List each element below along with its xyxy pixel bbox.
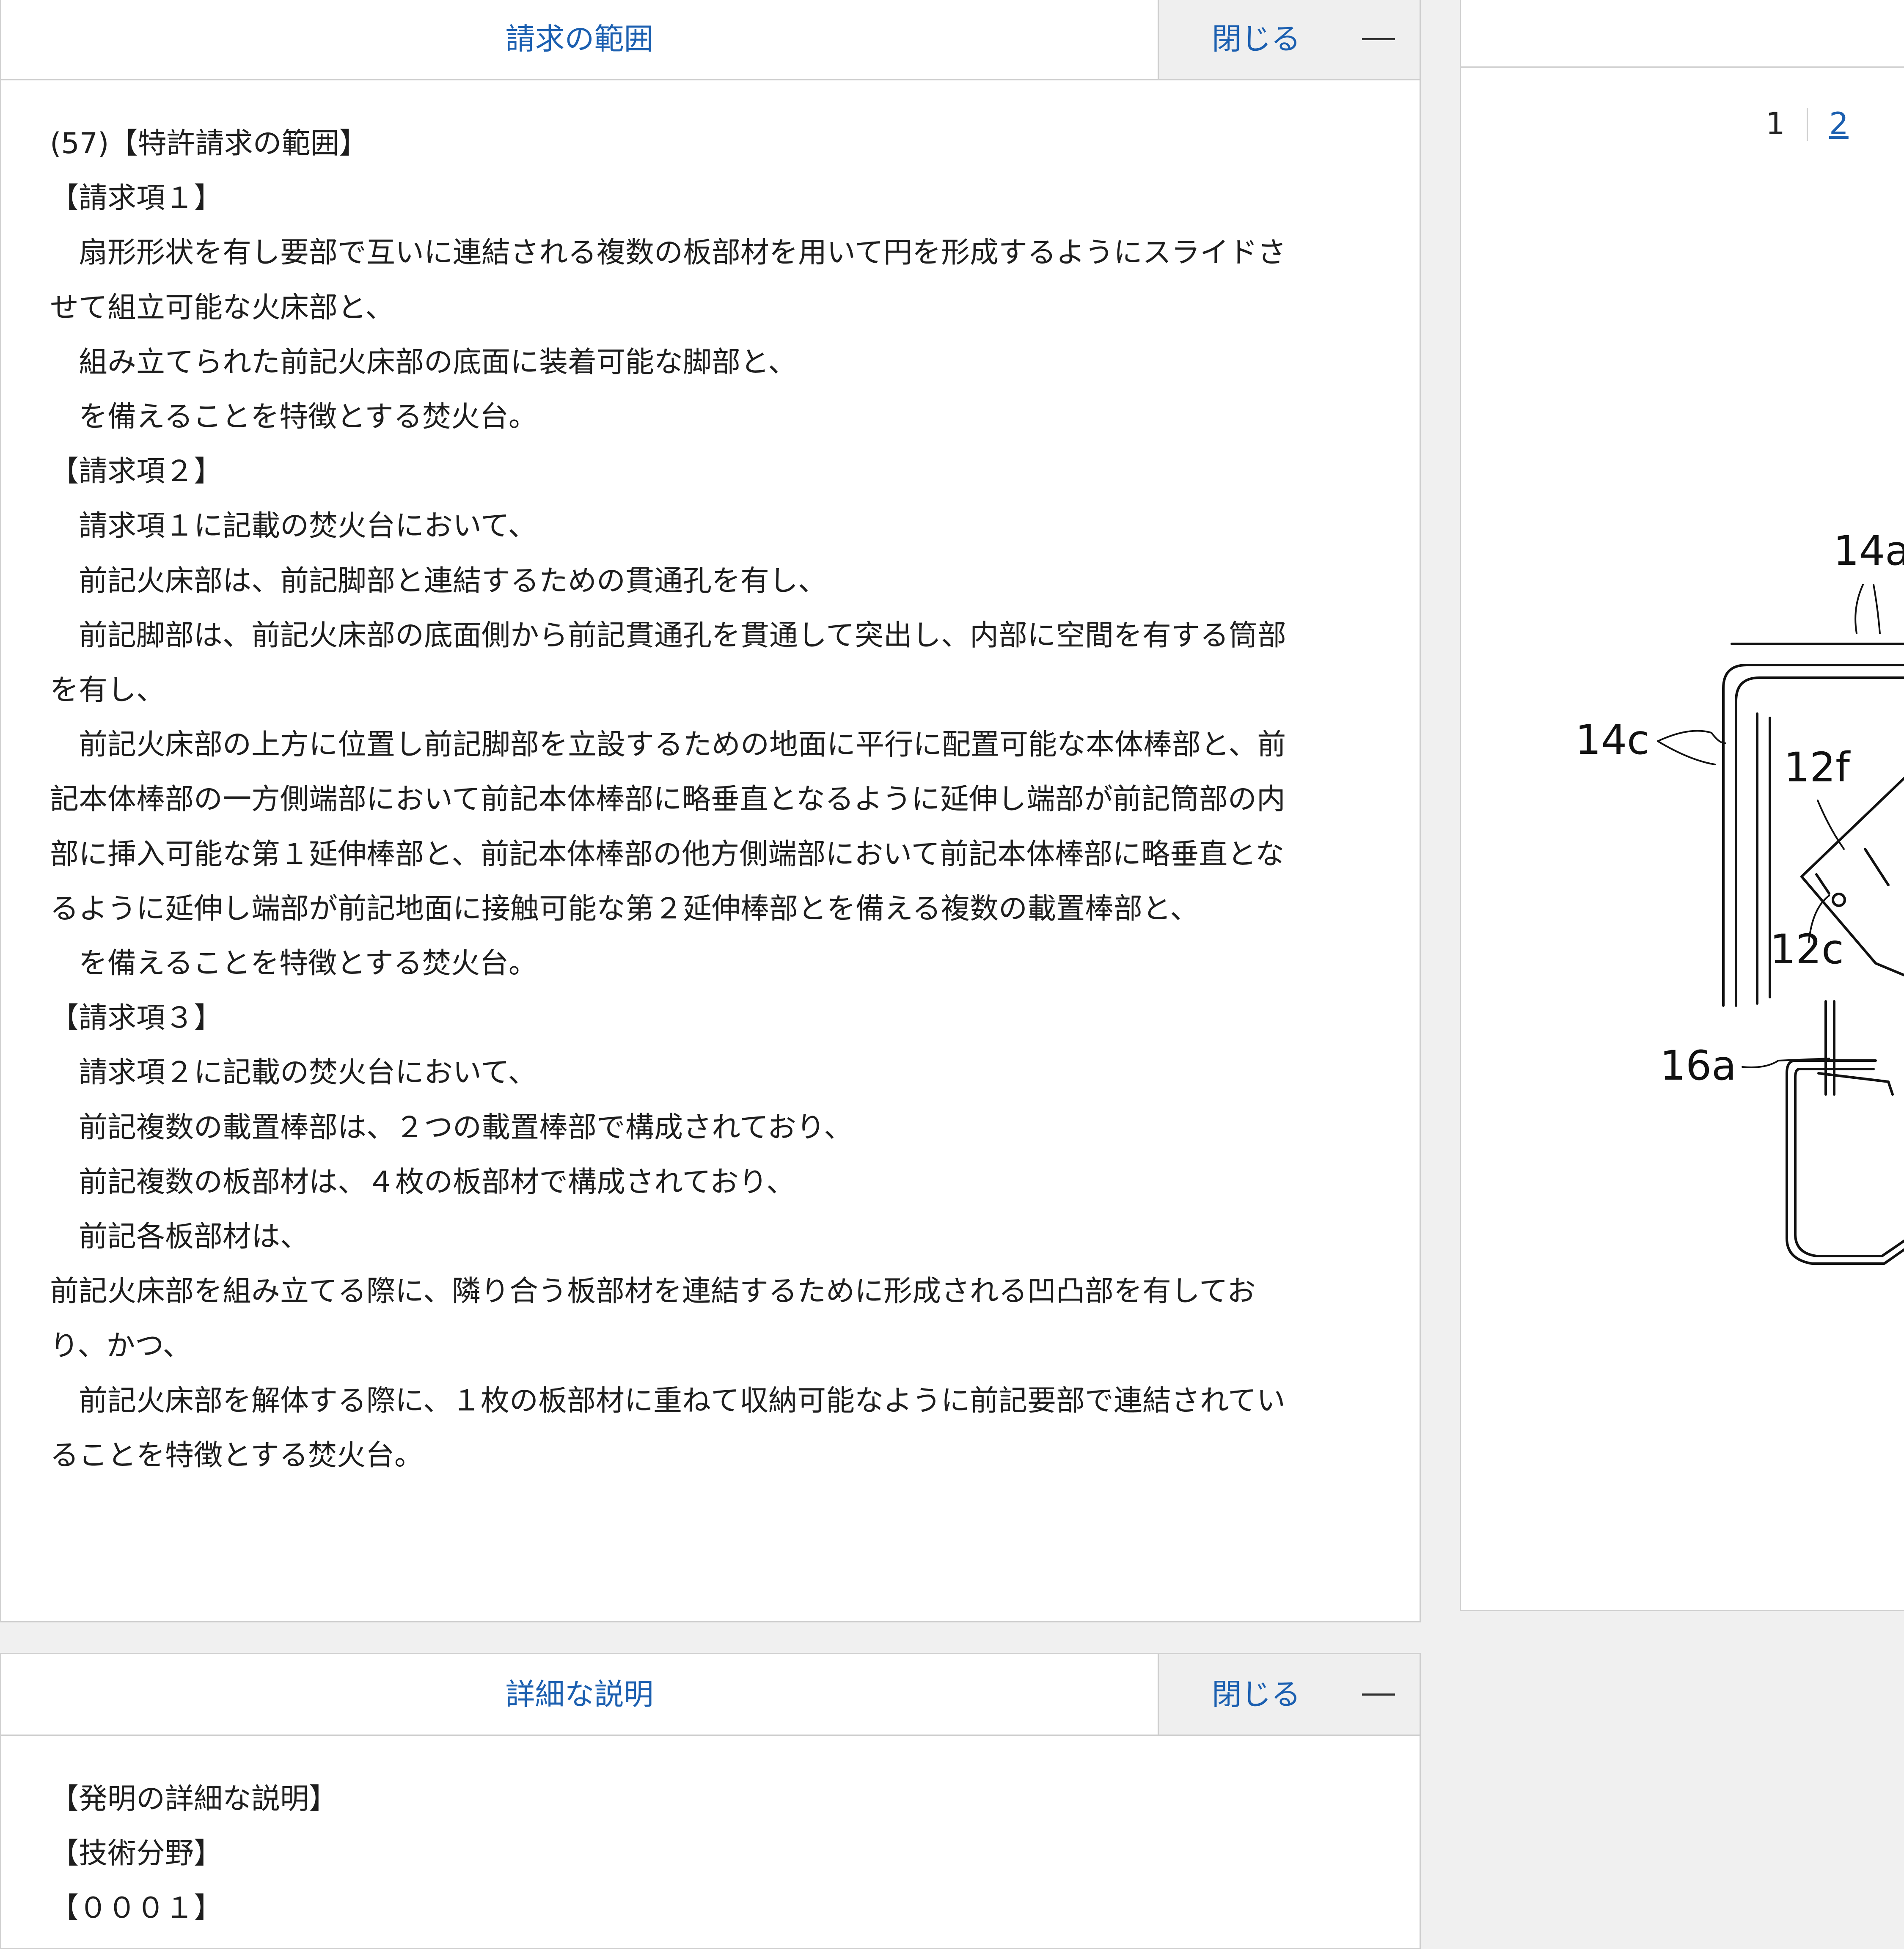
label-16a: 16a [1660, 1042, 1736, 1089]
text-line: 前記火床部を組み立てる際に、隣り合う板部材を連結するために形成される凹凸部を有し… [50, 1275, 1256, 1308]
description-title: 詳細な説明 [505, 1677, 654, 1712]
text-line: 請求項１に記載の焚火台において、 [50, 509, 537, 543]
patent-drawing: 14a 1 14c 12f 12c 12 16a [1575, 527, 1904, 1265]
plate-hole [1832, 893, 1846, 907]
minus-icon[interactable] [1362, 38, 1395, 40]
leader-12f [1817, 800, 1845, 850]
text-line: 【０００１】 [50, 1891, 223, 1925]
text-line: ることを特徴とする焚火台。 [50, 1438, 423, 1472]
rack-inner [1794, 1068, 1904, 1257]
leader-16a [1742, 1058, 1830, 1068]
text-line: 前記火床部の上方に位置し前記脚部を立設するための地面に平行に配置可能な本体棒部と… [50, 728, 1286, 762]
claims-close-label[interactable]: 閉じる [1212, 0, 1301, 79]
text-line: 扇形形状を有し要部で互いに連結される複数の板部材を用いて円を形成するようにスライ… [50, 236, 1286, 270]
text-line: 【請求項２】 [50, 455, 223, 489]
text-line: 【発明の詳細な説明】 [50, 1782, 338, 1816]
rack-outer [1786, 1059, 1904, 1265]
minus-icon[interactable] [1362, 1693, 1395, 1696]
description-panel: 詳細な説明 閉じる 【発明の詳細な説明】 【技術分野】 【０００１】 [0, 1653, 1421, 1949]
plate-slot-2 [1864, 848, 1890, 886]
text-line: 請求項２に記載の焚火台において、 [50, 1056, 537, 1090]
description-header: 詳細な説明 閉じる [1, 1654, 1420, 1736]
description-close-label[interactable]: 閉じる [1212, 1654, 1301, 1735]
text-line: 前記複数の板部材は、４枚の板部材で構成されており、 [50, 1165, 795, 1199]
plate-slot [1815, 873, 1830, 895]
label-12f: 12f [1784, 744, 1851, 791]
text-line: り、かつ、 [50, 1329, 192, 1363]
text-line: を備えることを特徴とする焚火台。 [50, 947, 537, 981]
claims-title: 請求の範囲 [505, 22, 654, 56]
text-line: 【請求項３】 [50, 1001, 223, 1035]
claims-body: (57)【特許請求の範囲】 【請求項１】 扇形形状を有し要部で互いに連結される複数… [1, 80, 1420, 1483]
leader-14a [1854, 584, 1881, 634]
text-line: 前記脚部は、前記火床部の底面側から前記貫通孔を貫通して突出し、内部に空間を有する… [50, 619, 1286, 652]
text-line: 記本体棒部の一方側端部において前記本体棒部に略垂直となるように延伸し端部が前記筒… [50, 783, 1285, 816]
description-body: 【発明の詳細な説明】 【技術分野】 【０００１】 [1, 1736, 1420, 1936]
text-line: 前記複数の載置棒部は、２つの載置棒部で構成されており、 [50, 1111, 853, 1144]
label-14a: 14a [1833, 527, 1904, 575]
text-line: 前記火床部を解体する際に、１枚の板部材に重ねて収納可能なように前記要部で連結され… [50, 1384, 1285, 1418]
text-line: せて組立可能な火床部と、 [50, 291, 394, 324]
leader-14c [1657, 730, 1726, 744]
drawing-panel: 1 2 14a 1 14c 12f 12 [1460, 0, 1904, 1611]
text-line: を有し、 [50, 673, 165, 707]
text-line: 組み立てられた前記火床部の底面に装着可能な脚部と、 [50, 345, 797, 379]
description-close-button[interactable]: 閉じる [1158, 1654, 1420, 1735]
text-line: 【請求項１】 [50, 181, 223, 215]
claims-header: 請求の範囲 閉じる [1, 0, 1420, 80]
label-12c: 12c [1770, 926, 1844, 973]
leader-14c-b [1657, 740, 1716, 765]
claims-panel: 請求の範囲 閉じる (57)【特許請求の範囲】 【請求項１】 扇形形状を有し要部で… [0, 0, 1421, 1622]
text-line: (57)【特許請求の範囲】 [50, 127, 368, 160]
label-14c: 14c [1575, 716, 1649, 764]
claims-close-button[interactable]: 閉じる [1158, 0, 1420, 79]
text-line: を備えることを特徴とする焚火台。 [50, 400, 537, 434]
text-line: 部に挿入可能な第１延伸棒部と、前記本体棒部の他方側端部において前記本体棒部に略垂… [50, 837, 1285, 871]
text-line: るように延伸し端部が前記地面に接触可能な第２延伸棒部とを備える複数の載置棒部と、 [50, 892, 1199, 926]
text-line: 前記各板部材は、 [50, 1220, 309, 1254]
text-line: 【技術分野】 [50, 1837, 223, 1871]
text-line: 前記火床部は、前記脚部と連結するための貫通孔を有し、 [50, 564, 827, 598]
rack-bracket [1817, 1072, 1894, 1096]
